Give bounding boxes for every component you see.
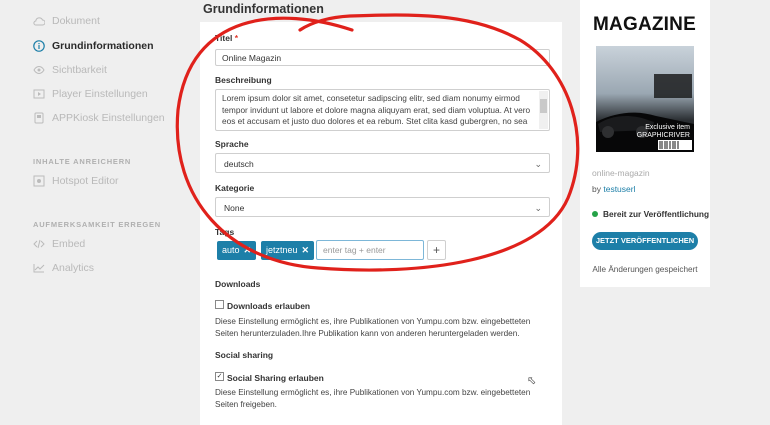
sidebar-item-label: Hotspot Editor — [52, 175, 119, 187]
sprache-select[interactable]: deutsch ⌄ — [215, 153, 550, 173]
sidebar-item-grundinformationen[interactable]: Grundinformationen — [33, 40, 154, 52]
author-line: by testuserl — [592, 184, 636, 194]
sidebar-item-analytics[interactable]: Analytics — [33, 262, 94, 274]
chart-icon — [33, 262, 45, 274]
sidebar-item-player[interactable]: Player Einstellungen — [33, 88, 148, 100]
social-description: Diese Einstellung ermöglicht es, ihre Pu… — [215, 388, 531, 409]
sidebar-item-appkiosk[interactable]: APPKiosk Einstellungen — [33, 112, 165, 124]
social-checkbox[interactable]: ✓ — [215, 372, 224, 381]
chevron-down-icon: ⌄ — [534, 203, 542, 213]
status-dot-icon — [592, 211, 598, 217]
sidebar-item-sichtbarkeit[interactable]: Sichtbarkeit — [33, 64, 107, 76]
sidebar-item-label: Grundinformationen — [52, 40, 154, 52]
kategorie-value: None — [224, 203, 245, 213]
tags-label: Tags — [215, 227, 235, 237]
social-checkbox-label[interactable]: Social Sharing erlauben — [227, 373, 324, 383]
author-link[interactable]: testuserl — [603, 184, 635, 194]
sidebar-item-label: Dokument — [52, 15, 100, 27]
tag-chip-auto[interactable]: auto ✕ — [217, 241, 257, 260]
hotspot-icon — [33, 175, 45, 187]
beschreibung-text: Lorem ipsum dolor sit amet, consetetur s… — [222, 93, 531, 126]
cover-text: Exclusive item GRAPHICRIVER — [636, 124, 690, 139]
beschreibung-label: Beschreibung — [215, 75, 272, 85]
page-title: Grundinformationen — [203, 2, 324, 16]
player-icon — [33, 88, 45, 100]
section-heading: INHALTE ANREICHERN — [33, 157, 132, 166]
mouse-pointer-icon: ⬁ — [527, 375, 537, 387]
downloads-checkbox-label[interactable]: Downloads erlauben — [227, 301, 310, 311]
textarea-scrollbar[interactable] — [539, 91, 548, 129]
sidebar: Dokument Grundinformationen Sichtbarkeit… — [0, 0, 190, 425]
add-tag-button[interactable]: + — [427, 240, 446, 260]
sidebar-item-embed[interactable]: Embed — [33, 238, 85, 250]
publish-button[interactable]: JETZT VERÖFFENTLICHEN — [592, 232, 698, 250]
kategorie-select[interactable]: None ⌄ — [215, 197, 550, 217]
saved-status: Alle Änderungen gespeichert — [592, 265, 698, 274]
downloads-checkbox[interactable] — [215, 300, 224, 309]
sidebar-item-label: APPKiosk Einstellungen — [52, 112, 165, 124]
tag-chip-jetztneu[interactable]: jetztneu ✕ — [261, 241, 315, 260]
eye-icon — [33, 64, 45, 76]
sidebar-item-label: Analytics — [52, 262, 95, 274]
section-heading: AUFMERKSAMKEIT ERREGEN — [33, 220, 162, 229]
close-icon[interactable]: ✕ — [302, 245, 310, 255]
titel-label: Titel * — [215, 33, 239, 43]
publication-name: online-magazin — [592, 168, 650, 178]
downloads-heading: Downloads — [215, 279, 261, 289]
sidebar-item-dokument[interactable]: Dokument — [33, 15, 100, 27]
downloads-description: Diese Einstellung ermöglicht es, ihre Pu… — [215, 317, 531, 338]
cover-title: MAGAZINE — [593, 14, 696, 35]
cover-thumbnail[interactable]: MAGAZINE Exclusive item GRAPHICRIVER — [592, 8, 697, 156]
info-icon — [33, 40, 45, 52]
tag-label: auto — [222, 245, 240, 255]
sidebar-item-label: Player Einstellungen — [52, 88, 148, 100]
app-icon — [33, 112, 45, 124]
cloud-icon — [33, 15, 45, 27]
beschreibung-textarea[interactable]: Lorem ipsum dolor sit amet, consetetur s… — [215, 89, 550, 131]
sprache-value: deutsch — [224, 159, 254, 169]
kategorie-label: Kategorie — [215, 183, 255, 193]
cover-image: Exclusive item GRAPHICRIVER — [596, 46, 694, 152]
tag-label: jetztneu — [266, 245, 298, 255]
sidebar-item-hotspot[interactable]: Hotspot Editor — [33, 175, 119, 187]
sidebar-item-label: Sichtbarkeit — [52, 64, 107, 76]
tag-input[interactable]: enter tag + enter — [316, 240, 424, 260]
main-panel: Grundinformationen Titel * Online Magazi… — [200, 0, 562, 425]
publish-panel: MAGAZINE Exclusive item GRAPHICRIVER onl… — [580, 0, 710, 287]
close-icon[interactable]: ✕ — [244, 245, 252, 255]
sidebar-item-label: Embed — [52, 238, 86, 250]
sprache-label: Sprache — [215, 139, 249, 149]
status-badge: Bereit zur Veröffentlichung — [592, 209, 709, 219]
code-icon — [33, 238, 45, 250]
social-heading: Social sharing — [215, 350, 274, 360]
titel-input[interactable]: Online Magazin — [215, 49, 550, 66]
form-card: Titel * Online Magazin Beschreibung Lore… — [200, 22, 562, 425]
chevron-down-icon: ⌄ — [534, 159, 542, 169]
